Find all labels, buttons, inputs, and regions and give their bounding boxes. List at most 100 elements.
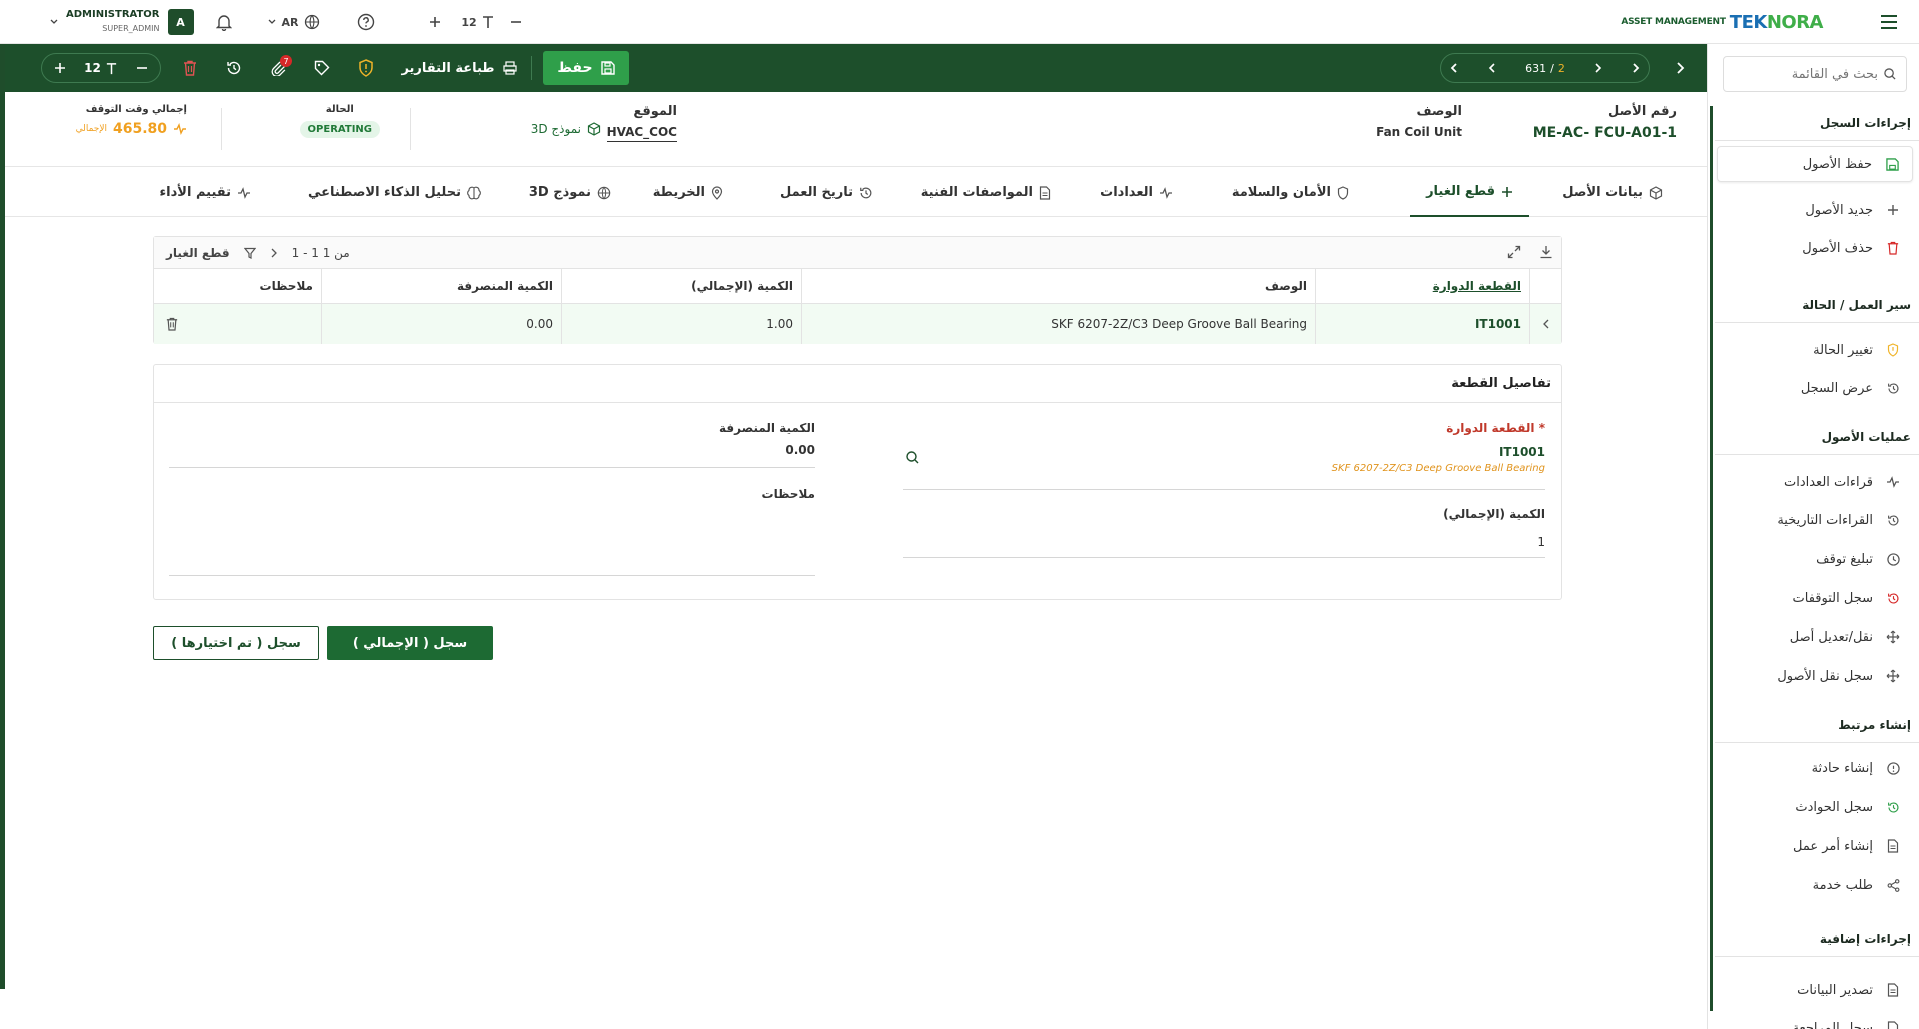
table-row[interactable]: IT1001 SKF 6207-2Z/C3 Deep Groove Ball B…	[154, 304, 1561, 344]
font-increase-icon[interactable]	[54, 62, 66, 74]
asset-number-label: رقم الأصل	[1607, 104, 1677, 119]
tab-specs[interactable]: المواصفات الفنية	[905, 168, 1067, 217]
qty-issued-value[interactable]: 0.00	[719, 443, 815, 457]
tab-asset-data[interactable]: بيانات الأصل	[1546, 168, 1679, 217]
cube-icon	[587, 122, 601, 136]
attachments-count-badge: 7	[280, 55, 292, 67]
log-total-button[interactable]: سجل ( الإجمالي )	[327, 626, 493, 660]
history-icon	[1885, 512, 1901, 528]
sidebar-item-audit-log[interactable]: سجل المراجعة	[1717, 1010, 1913, 1029]
font-size-control[interactable]: 12	[456, 0, 500, 44]
sidebar-item-view-log[interactable]: عرض السجل	[1717, 370, 1913, 406]
save-button[interactable]: حفظ	[543, 51, 629, 85]
page-total: 631	[1525, 61, 1547, 75]
next-record-icon[interactable]	[1593, 62, 1603, 74]
font-decrease-icon[interactable]	[136, 62, 148, 74]
plus-icon[interactable]	[424, 0, 446, 44]
sidebar-item-create-incident[interactable]: إنشاء حادثة	[1717, 750, 1913, 786]
asset-description-label: الوصف	[1416, 104, 1462, 119]
sidebar-item-move-log[interactable]: سجل نقل الأصول	[1717, 658, 1913, 694]
shield-alert-icon[interactable]	[353, 44, 379, 92]
help-icon[interactable]	[354, 0, 378, 44]
sidebar-divider	[1715, 454, 1919, 455]
sidebar-item-move-asset[interactable]: نقل/تعديل أصل	[1717, 619, 1913, 655]
sidebar-item-report-downtime[interactable]: تبليغ توقف	[1717, 541, 1913, 577]
search-icon[interactable]	[906, 451, 919, 464]
downtime-sub: الإجمالي	[75, 124, 107, 134]
model-3d-link[interactable]: نموذج 3D	[531, 122, 601, 136]
grid-col-qty-total[interactable]: الكمية (الإجمالي)	[561, 269, 801, 303]
tab-safety[interactable]: الأمان والسلامة	[1216, 168, 1365, 217]
history-icon[interactable]	[221, 44, 247, 92]
globe-icon	[597, 186, 611, 199]
bell-icon[interactable]	[212, 0, 236, 44]
brand-name-b: NORA	[1766, 11, 1824, 33]
tab-spare-parts[interactable]: قطع الغيار	[1410, 168, 1529, 217]
status-field: الحالة OPERATING	[299, 104, 380, 138]
tab-label: الأمان والسلامة	[1231, 185, 1331, 200]
tab-map[interactable]: الخريطة	[637, 168, 739, 217]
grid-pagination-text: 1 - 1 من 1	[291, 246, 350, 260]
grid-col-notes[interactable]: ملاحظات	[153, 269, 321, 303]
sidebar-item-export-data[interactable]: تصدير البيانات	[1717, 972, 1913, 1008]
part-value-field[interactable]: IT1001 SKF 6207-2Z/C3 Deep Groove Ball B…	[905, 437, 1545, 474]
part-value[interactable]: IT1001	[905, 445, 1545, 459]
document-icon	[1885, 838, 1901, 854]
prev-record-icon[interactable]	[1487, 62, 1497, 74]
grid-col-description[interactable]: الوصف	[801, 269, 1315, 303]
log-selected-button[interactable]: سجل ( تم اختيارها )	[153, 626, 319, 660]
tag-icon[interactable]	[309, 44, 335, 92]
sidebar-search[interactable]	[1723, 56, 1907, 92]
tab-ai-analysis[interactable]: تحليل الذكاء الاصطناعي	[292, 168, 497, 217]
sidebar-item-delete-asset[interactable]: حذف الأصول	[1717, 230, 1913, 266]
delete-icon[interactable]	[177, 44, 203, 92]
grid-col-part[interactable]: القطعة الدوارة	[1315, 269, 1529, 303]
hamburger-menu-icon[interactable]	[1875, 0, 1903, 44]
location-label: الموقع	[633, 104, 677, 119]
print-reports-button[interactable]: طباعة التقارير	[400, 51, 518, 85]
section-title-create-linked: إنشاء مرتبط	[1838, 718, 1911, 732]
notes-field[interactable]: ملاحظات	[762, 487, 815, 501]
tab-label: قطع الغيار	[1426, 184, 1495, 199]
sidebar-item-change-status[interactable]: تغيير الحالة	[1717, 332, 1913, 368]
sidebar-item-historical-readings[interactable]: القراءات التاريخية	[1717, 502, 1913, 538]
grid-title: قطع الغيار	[166, 246, 230, 260]
history-icon	[860, 187, 872, 198]
expand-icon[interactable]	[1507, 245, 1521, 259]
sidebar-item-meter-readings[interactable]: قراءات العدادات	[1717, 464, 1913, 500]
minus-icon[interactable]	[505, 0, 527, 44]
grid-next-page-icon[interactable]	[270, 248, 278, 258]
sidebar-item-create-work-order[interactable]: إنشاء أمر عمل	[1717, 828, 1913, 864]
qty-total-input[interactable]: 1	[1537, 527, 1545, 549]
grid-col-qty-issued[interactable]: الكمية المنصرفة	[321, 269, 561, 303]
sidebar-item-service-request[interactable]: طلب خدمة	[1717, 867, 1913, 903]
user-names: ADMINISTRATOR SUPER_ADMIN	[66, 8, 160, 36]
user-menu[interactable]: ADMINISTRATOR SUPER_ADMIN A	[50, 8, 194, 36]
tab-meters[interactable]: العدادات	[1084, 168, 1189, 217]
sidebar-item-new-asset[interactable]: جديد الأصول	[1717, 192, 1913, 228]
sidebar-search-input[interactable]	[1734, 66, 1878, 82]
move-icon	[1885, 629, 1901, 645]
tab-3d-model[interactable]: نموذج 3D	[513, 168, 627, 217]
first-record-icon[interactable]	[1449, 62, 1459, 74]
sidebar-item-incident-log[interactable]: سجل الحوادث	[1717, 789, 1913, 825]
tab-work-history[interactable]: تاريخ العمل	[764, 168, 889, 217]
filter-icon[interactable]	[243, 247, 256, 259]
qty-total-value[interactable]: 1	[1537, 535, 1545, 549]
sidebar-item-label: تبليغ توقف	[1816, 551, 1873, 567]
sidebar-item-label: سجل التوقفات	[1792, 590, 1873, 606]
sidebar-item-save-asset[interactable]: حفظ الأصول	[1717, 146, 1913, 182]
tab-performance[interactable]: تقييم الأداء	[144, 168, 267, 217]
download-icon[interactable]	[1539, 245, 1553, 259]
language-switcher[interactable]: AR	[264, 0, 324, 44]
last-record-icon[interactable]	[1631, 62, 1641, 74]
notes-underline	[169, 575, 815, 576]
row-delete-icon[interactable]	[166, 317, 178, 331]
attachments-button[interactable]: 7	[265, 44, 292, 92]
sidebar-item-downtime-log[interactable]: سجل التوقفات	[1717, 580, 1913, 616]
main-content: 631 / 2 حفظ طباعة التقارير 7 12 رقم الأص…	[5, 44, 1707, 1029]
row-expand-chevron-icon[interactable]	[1529, 304, 1561, 344]
location-field: الموقع HVAC_COC	[606, 104, 677, 142]
alert-circle-icon	[1885, 760, 1901, 776]
collapse-sidebar-chevron-icon[interactable]	[1665, 44, 1695, 92]
